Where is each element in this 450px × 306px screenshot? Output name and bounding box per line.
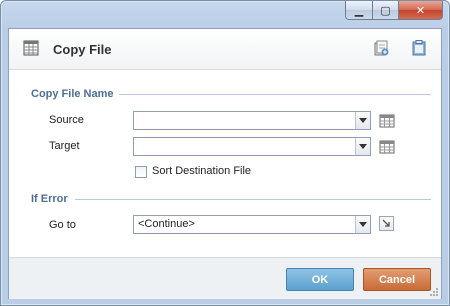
resize-grip-icon[interactable] <box>429 287 439 297</box>
dialog-footer: OK Cancel <box>9 257 441 299</box>
close-button[interactable]: ✕ <box>399 1 443 20</box>
target-combo[interactable] <box>133 137 371 156</box>
section-divider <box>75 199 431 200</box>
section-divider <box>119 94 431 95</box>
minimize-button[interactable]: ▁ <box>345 1 373 20</box>
maximize-icon: ▢ <box>380 3 391 17</box>
source-label: Source <box>49 114 84 126</box>
goto-label: Go to <box>49 219 76 231</box>
chevron-down-icon[interactable] <box>355 112 370 129</box>
table-icon <box>23 40 39 56</box>
source-combo[interactable] <box>133 111 371 130</box>
goto-value: <Continue> <box>138 218 195 230</box>
goto-link-button[interactable] <box>379 216 394 231</box>
ok-button[interactable]: OK <box>286 268 354 291</box>
chevron-down-icon[interactable] <box>355 138 370 155</box>
cancel-button[interactable]: Cancel <box>363 268 431 291</box>
sort-destination-checkbox[interactable] <box>135 166 147 178</box>
dialog-header: Copy File <box>9 29 441 70</box>
maximize-button[interactable]: ▢ <box>373 1 399 20</box>
source-table-icon[interactable] <box>379 113 395 129</box>
goto-combo[interactable]: <Continue> <box>133 215 371 234</box>
page-title: Copy File <box>53 42 112 57</box>
window-controls: ▁ ▢ ✕ <box>345 1 443 20</box>
arrow-icon <box>382 219 390 227</box>
close-icon: ✕ <box>415 3 426 17</box>
add-document-icon[interactable] <box>373 40 389 56</box>
chevron-down-icon[interactable] <box>355 216 370 233</box>
dialog-window: ▁ ▢ ✕ Copy File Copy File Name Source Ta… <box>0 0 450 306</box>
if-error-section-title: If Error <box>31 193 68 205</box>
clipboard-icon[interactable] <box>411 40 427 56</box>
dialog-content: Copy File Copy File Name Source Target S… <box>8 28 442 299</box>
sort-destination-label: Sort Destination File <box>152 165 252 177</box>
target-table-icon[interactable] <box>379 139 395 155</box>
copy-file-name-section-title: Copy File Name <box>31 88 114 100</box>
target-label: Target <box>49 140 80 152</box>
minimize-icon: ▁ <box>354 3 364 17</box>
